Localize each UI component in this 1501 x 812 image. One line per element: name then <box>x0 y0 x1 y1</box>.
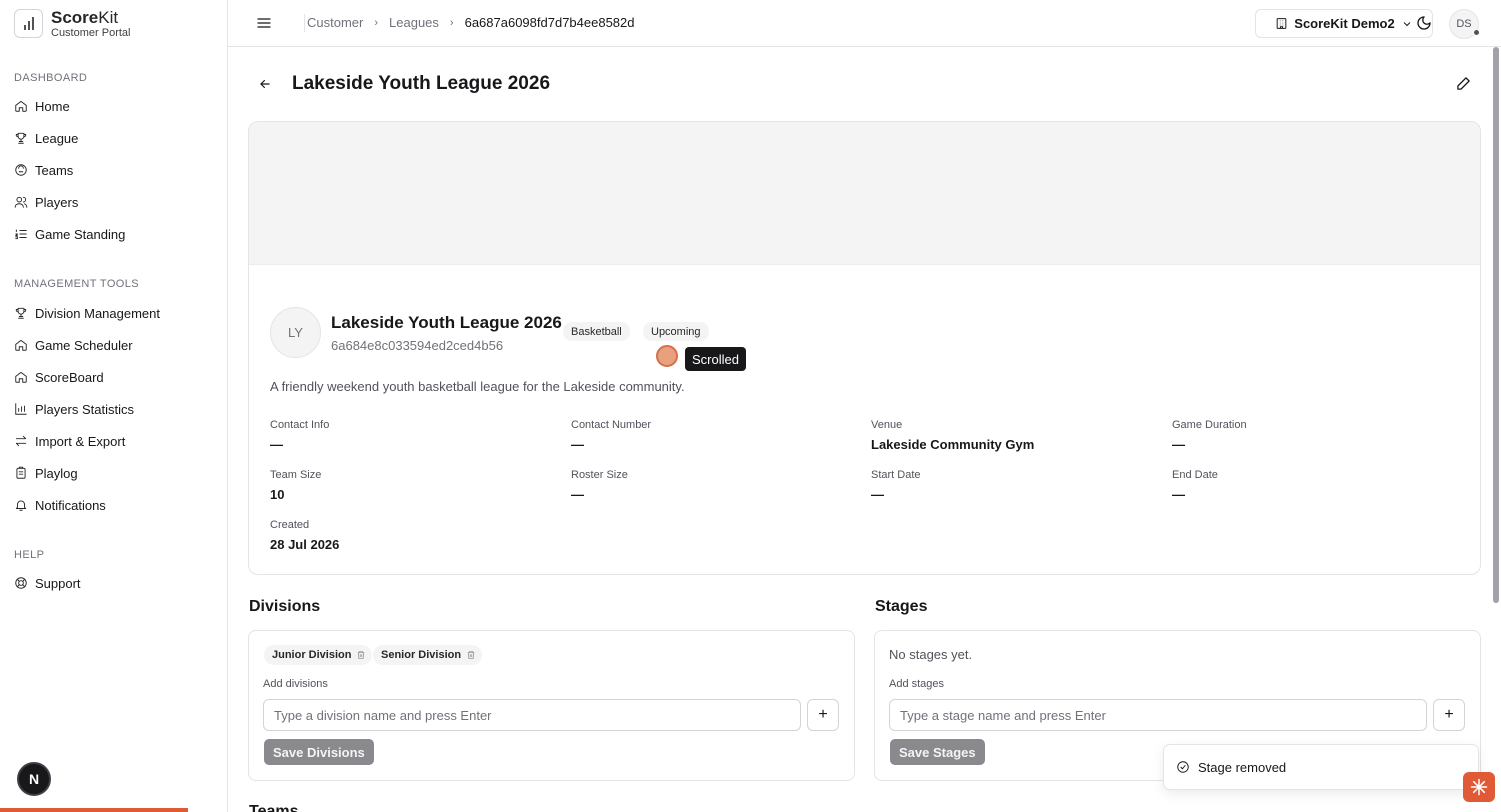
user-avatar[interactable]: DS <box>1449 9 1480 39</box>
topbar-divider <box>304 14 305 32</box>
life-buoy-icon <box>15 577 27 589</box>
league-name: Lakeside Youth League 2026 <box>331 313 562 332</box>
trophy-icon <box>15 132 27 144</box>
sidebar-item-league[interactable]: League <box>14 128 78 148</box>
sidebar-item-support[interactable]: Support <box>14 573 81 593</box>
division-chip: Senior Division <box>373 645 483 665</box>
home-icon <box>15 339 27 351</box>
breadcrumb-leagues[interactable]: Leagues <box>389 15 439 30</box>
add-division-button[interactable]: + <box>807 699 839 731</box>
sparkle-icon <box>1470 778 1488 796</box>
nav-section-dashboard: DASHBOARD <box>14 72 88 84</box>
sidebar-item-players[interactable]: Players <box>14 192 78 212</box>
breadcrumb: Customer › Leagues › 6a687a6098fd7d7b4ee… <box>307 15 635 30</box>
sidebar-item-home[interactable]: Home <box>14 96 70 116</box>
field-roster-size: Roster Size — <box>571 469 628 502</box>
scrollbar[interactable] <box>1493 47 1499 603</box>
chart-logo-icon <box>14 9 43 38</box>
sport-badge: Basketball <box>563 322 630 341</box>
league-banner <box>249 122 1480 265</box>
save-stages-button[interactable]: Save Stages <box>890 739 985 765</box>
org-selector[interactable]: ScoreKit Demo2 <box>1255 9 1433 38</box>
trash-icon[interactable] <box>356 650 366 660</box>
sidebar: ScoreKit Customer Portal DASHBOARD Home … <box>0 0 228 812</box>
field-start-date: Start Date — <box>871 469 921 502</box>
bell-icon <box>15 500 27 511</box>
topbar: Customer › Leagues › 6a687a6098fd7d7b4ee… <box>228 0 1501 47</box>
nav-section-management: MANAGEMENT TOOLS <box>14 278 139 290</box>
main-content: Lakeside Youth League 2026 LY Lakeside Y… <box>228 47 1492 812</box>
pencil-icon[interactable] <box>1456 76 1471 91</box>
sidebar-item-game-standing[interactable]: Game Standing <box>14 224 125 244</box>
menu-icon[interactable] <box>256 15 272 31</box>
list-ordered-icon <box>15 229 27 240</box>
dev-tools-badge[interactable]: N <box>17 762 51 796</box>
sidebar-item-division-management[interactable]: Division Management <box>14 303 160 323</box>
sidebar-item-players-statistics[interactable]: Players Statistics <box>14 399 134 419</box>
field-venue: Venue Lakeside Community Gym <box>871 419 1035 452</box>
field-contact-info: Contact Info — <box>270 419 330 452</box>
users-icon <box>14 196 28 208</box>
nav-section-help: HELP <box>14 549 45 561</box>
add-stage-button[interactable]: + <box>1433 699 1465 731</box>
stage-name-input[interactable] <box>889 699 1427 731</box>
theme-toggle-icon[interactable] <box>1416 15 1432 31</box>
cursor-indicator <box>656 345 678 367</box>
status-badge: Upcoming <box>643 322 709 341</box>
teams-section-title: Teams <box>249 803 299 812</box>
league-avatar: LY <box>270 307 321 358</box>
arrow-left-icon[interactable] <box>258 77 272 91</box>
plus-icon: + <box>1444 706 1454 723</box>
home-icon <box>15 371 27 383</box>
sidebar-item-scoreboard[interactable]: ScoreBoard <box>14 367 104 387</box>
add-stages-label: Add stages <box>889 678 945 690</box>
building-icon <box>1276 18 1287 29</box>
sidebar-item-notifications[interactable]: Notifications <box>14 495 106 515</box>
divisions-title: Divisions <box>249 598 321 615</box>
arrows-left-right-icon <box>15 435 27 447</box>
bar-chart-icon <box>15 403 27 415</box>
team-circle-icon <box>15 164 27 176</box>
chevron-down-icon <box>1403 21 1411 26</box>
trophy-icon <box>15 307 27 319</box>
check-circle-icon <box>1177 761 1189 773</box>
field-contact-number: Contact Number — <box>571 419 652 452</box>
scroll-tooltip: Scrolled <box>685 347 746 371</box>
league-id: 6a684e8c033594ed2ced4b56 <box>331 338 504 353</box>
field-team-size: Team Size 10 <box>270 469 322 502</box>
page-title: Lakeside Youth League 2026 <box>292 73 551 94</box>
toast-notification: Stage removed <box>1163 744 1479 790</box>
assistant-button[interactable] <box>1463 772 1495 802</box>
brand-subtitle: Customer Portal <box>51 26 131 39</box>
brand[interactable]: ScoreKit Customer Portal <box>0 0 227 47</box>
division-chip: Junior Division <box>264 645 373 665</box>
stages-empty-text: No stages yet. <box>889 647 973 662</box>
home-icon <box>15 100 27 112</box>
loading-progress-bar <box>0 808 188 812</box>
add-divisions-label: Add divisions <box>263 678 328 690</box>
division-name-input[interactable] <box>263 699 801 731</box>
clipboard-icon <box>16 466 26 479</box>
breadcrumb-current: 6a687a6098fd7d7b4ee8582d <box>464 15 635 30</box>
trash-icon[interactable] <box>466 650 476 660</box>
chevron-right-icon: › <box>374 16 379 29</box>
save-divisions-button[interactable]: Save Divisions <box>264 739 374 765</box>
sidebar-item-teams[interactable]: Teams <box>14 160 73 180</box>
status-dot <box>1473 29 1480 36</box>
plus-icon: + <box>818 706 828 723</box>
stages-title: Stages <box>875 598 928 615</box>
breadcrumb-customer[interactable]: Customer <box>307 15 363 30</box>
sidebar-item-import-export[interactable]: Import & Export <box>14 431 125 451</box>
field-created: Created 28 Jul 2026 <box>270 519 340 552</box>
field-game-duration: Game Duration — <box>1172 419 1247 452</box>
sidebar-item-game-scheduler[interactable]: Game Scheduler <box>14 335 133 355</box>
divisions-panel: Junior Division Senior Division Add divi… <box>248 630 855 781</box>
field-end-date: End Date — <box>1172 469 1218 502</box>
league-description: A friendly weekend youth basketball leag… <box>270 379 685 394</box>
sidebar-item-playlog[interactable]: Playlog <box>14 463 78 483</box>
league-card: LY Lakeside Youth League 2026 6a684e8c03… <box>248 121 1481 575</box>
chevron-right-icon: › <box>449 16 454 29</box>
brand-name: ScoreKit <box>51 7 119 27</box>
